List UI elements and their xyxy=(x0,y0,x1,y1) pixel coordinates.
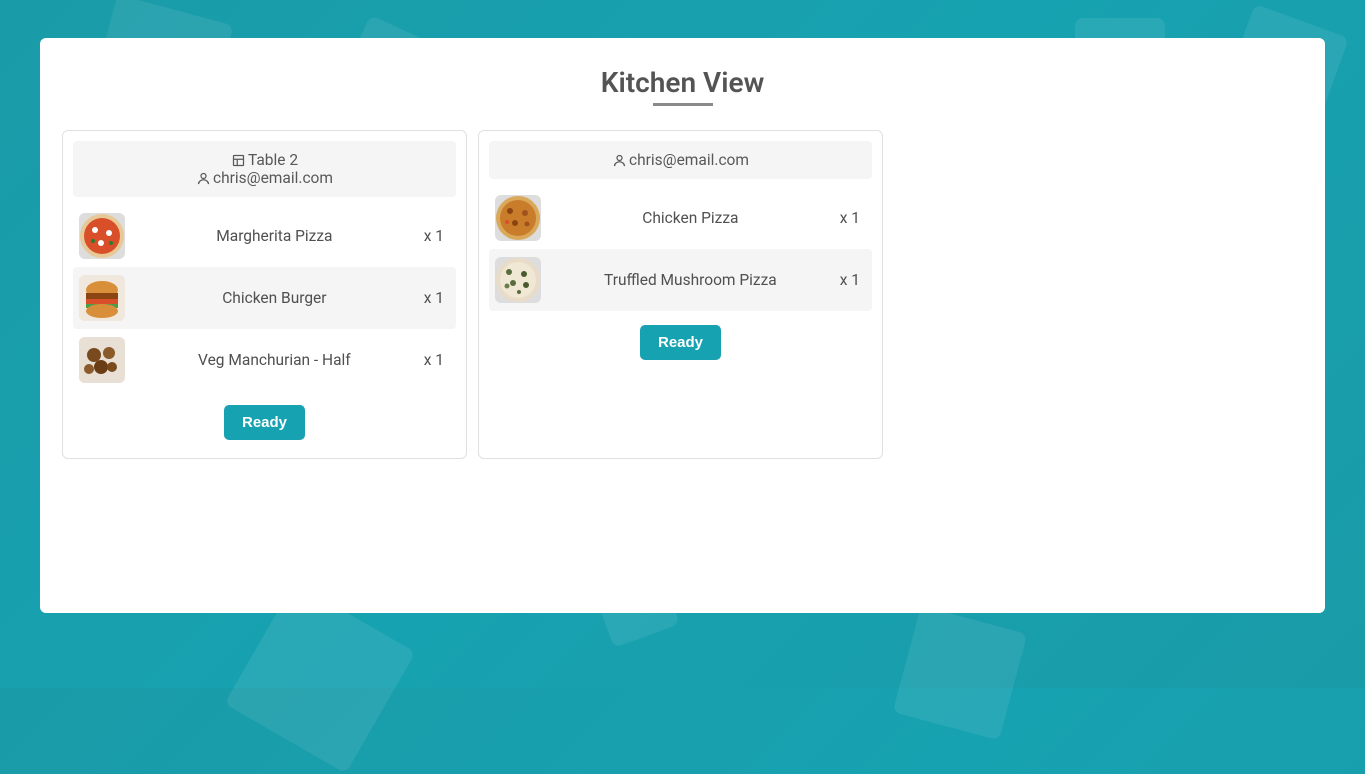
order-customer-line: chris@email.com xyxy=(85,169,444,187)
item-name: Veg Manchurian - Half xyxy=(135,351,414,369)
item-quantity: x 1 xyxy=(424,351,450,369)
order-item: Veg Manchurian - Half x 1 xyxy=(73,329,456,391)
item-name: Truffled Mushroom Pizza xyxy=(551,271,830,289)
order-card: Table 2 chris@email.com Margherita Pizza… xyxy=(62,130,467,459)
order-customer-line: chris@email.com xyxy=(501,151,860,169)
order-header: chris@email.com xyxy=(489,141,872,179)
order-customer-label: chris@email.com xyxy=(629,151,749,169)
table-icon xyxy=(231,153,246,168)
item-quantity: x 1 xyxy=(840,209,866,227)
page-title: Kitchen View xyxy=(62,66,1303,99)
main-panel: Kitchen View Table 2 chris@email.com Mar… xyxy=(40,38,1325,613)
orders-grid: Table 2 chris@email.com Margherita Pizza… xyxy=(62,130,1303,459)
food-image xyxy=(495,257,541,303)
item-quantity: x 1 xyxy=(424,227,450,245)
food-image xyxy=(495,195,541,241)
item-name: Margherita Pizza xyxy=(135,227,414,245)
order-item: Truffled Mushroom Pizza x 1 xyxy=(489,249,872,311)
ready-button[interactable]: Ready xyxy=(640,325,721,360)
item-name: Chicken Burger xyxy=(135,289,414,307)
item-name: Chicken Pizza xyxy=(551,209,830,227)
order-item: Margherita Pizza x 1 xyxy=(73,205,456,267)
order-header: Table 2 chris@email.com xyxy=(73,141,456,197)
food-image xyxy=(79,337,125,383)
food-image xyxy=(79,275,125,321)
item-quantity: x 1 xyxy=(424,289,450,307)
ready-button[interactable]: Ready xyxy=(224,405,305,440)
order-item: Chicken Burger x 1 xyxy=(73,267,456,329)
order-table-line: Table 2 xyxy=(85,151,444,169)
order-table-label: Table 2 xyxy=(248,151,298,169)
user-icon xyxy=(196,171,211,186)
title-underline xyxy=(653,103,713,106)
bg-decoration xyxy=(893,606,1028,741)
item-quantity: x 1 xyxy=(840,271,866,289)
user-icon xyxy=(612,153,627,168)
food-image xyxy=(79,213,125,259)
order-item: Chicken Pizza x 1 xyxy=(489,187,872,249)
order-customer-label: chris@email.com xyxy=(213,169,333,187)
order-card: chris@email.com Chicken Pizza x 1 Truffl… xyxy=(478,130,883,459)
